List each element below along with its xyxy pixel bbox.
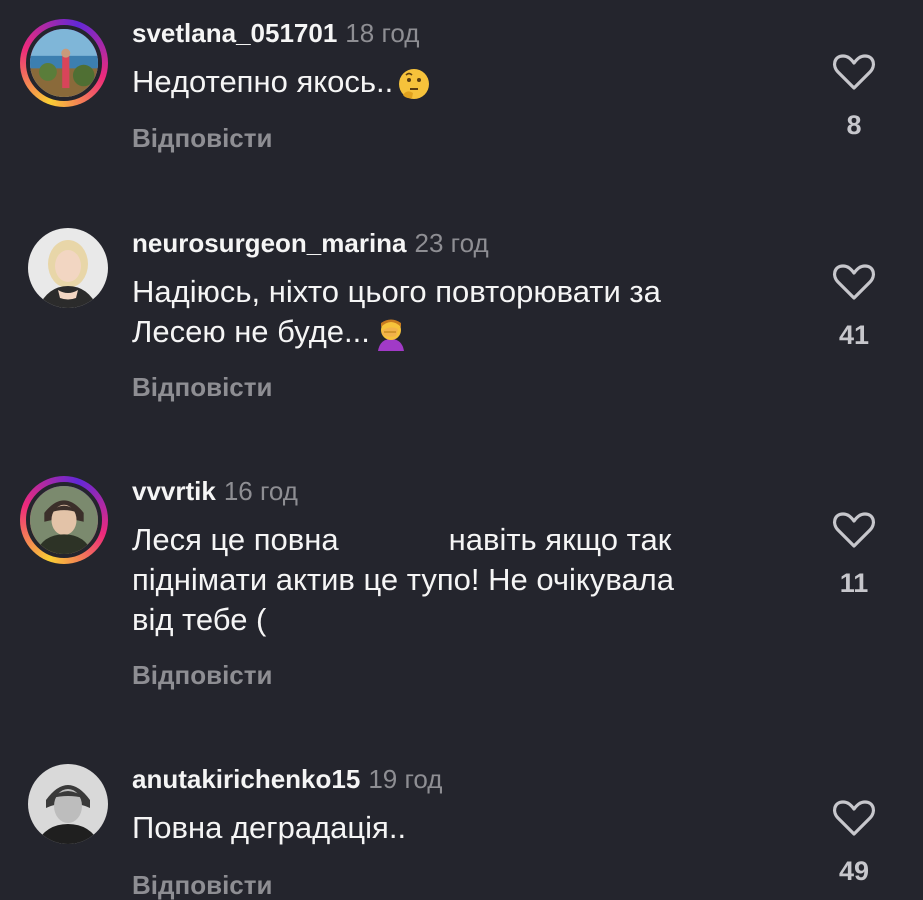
comment-line: піднімати актив це тупо! Не очікувала: [132, 562, 675, 597]
avatar: [26, 25, 102, 101]
comment-line: Леся це повна: [132, 522, 339, 557]
comment-line: Недотепно якось..: [132, 64, 394, 99]
like-control: 41: [826, 262, 882, 350]
like-count: 11: [839, 568, 869, 598]
comment-line: від тебе (: [132, 602, 267, 637]
reply-button[interactable]: Відповісти: [132, 123, 272, 153]
comment-line: Повна деградація..: [132, 810, 407, 845]
like-control: 11: [826, 510, 882, 598]
heart-icon[interactable]: [826, 798, 882, 838]
timestamp: 18 год: [345, 18, 420, 48]
username[interactable]: neurosurgeon_marina: [132, 228, 407, 258]
timestamp: 16 год: [223, 476, 298, 506]
comment-text: Недотепно якось..: [132, 62, 431, 102]
avatar-story-ring[interactable]: [20, 19, 108, 107]
comment-header: anutakirichenko15 19 год: [132, 764, 442, 794]
comment-text: Леся це повна навіть якщо так піднімати а…: [132, 520, 674, 640]
reply-button[interactable]: Відповісти: [132, 660, 272, 690]
comment-line: Лесею не буде...: [132, 314, 370, 349]
comment-text: Надіюсь, ніхто цього повторювати за Лесе…: [132, 272, 661, 352]
avatar-photo-landscape-icon: [30, 29, 98, 97]
comment-header: neurosurgeon_marina 23 год: [132, 228, 489, 258]
heart-icon[interactable]: [826, 52, 882, 92]
username[interactable]: vvvrtik: [132, 476, 216, 506]
username[interactable]: anutakirichenko15: [132, 764, 360, 794]
like-control: 8: [826, 52, 882, 140]
reply-button[interactable]: Відповісти: [132, 372, 272, 402]
comment-line: Надіюсь, ніхто цього повторювати за: [132, 274, 661, 309]
avatar-photo-woman-short-hair-icon: [30, 486, 98, 554]
heart-icon[interactable]: [826, 262, 882, 302]
avatar-container[interactable]: [28, 764, 108, 844]
timestamp: 23 год: [414, 228, 489, 258]
comment-header: vvvrtik 16 год: [132, 476, 298, 506]
comment-header: svetlana_051701 18 год: [132, 18, 419, 48]
avatar-photo-woman-blonde-icon: [28, 228, 108, 308]
avatar-story-ring[interactable]: [20, 476, 108, 564]
thinking-face-icon: [397, 67, 431, 101]
like-count: 49: [838, 856, 870, 886]
like-count: 41: [838, 320, 870, 350]
comment-line: навіть якщо так: [448, 522, 672, 557]
avatar: [28, 764, 108, 844]
avatar-photo-woman-grayscale-icon: [28, 764, 108, 844]
avatar: [26, 482, 102, 558]
timestamp: 19 год: [368, 764, 443, 794]
like-control: 49: [826, 798, 882, 886]
reply-button[interactable]: Відповісти: [132, 870, 272, 900]
avatar: [28, 228, 108, 308]
username[interactable]: svetlana_051701: [132, 18, 337, 48]
like-count: 8: [846, 110, 862, 140]
heart-icon[interactable]: [826, 510, 882, 550]
facepalm-icon: [374, 317, 408, 351]
avatar-container[interactable]: [28, 228, 108, 308]
comment-text: Повна деградація..: [132, 808, 406, 848]
